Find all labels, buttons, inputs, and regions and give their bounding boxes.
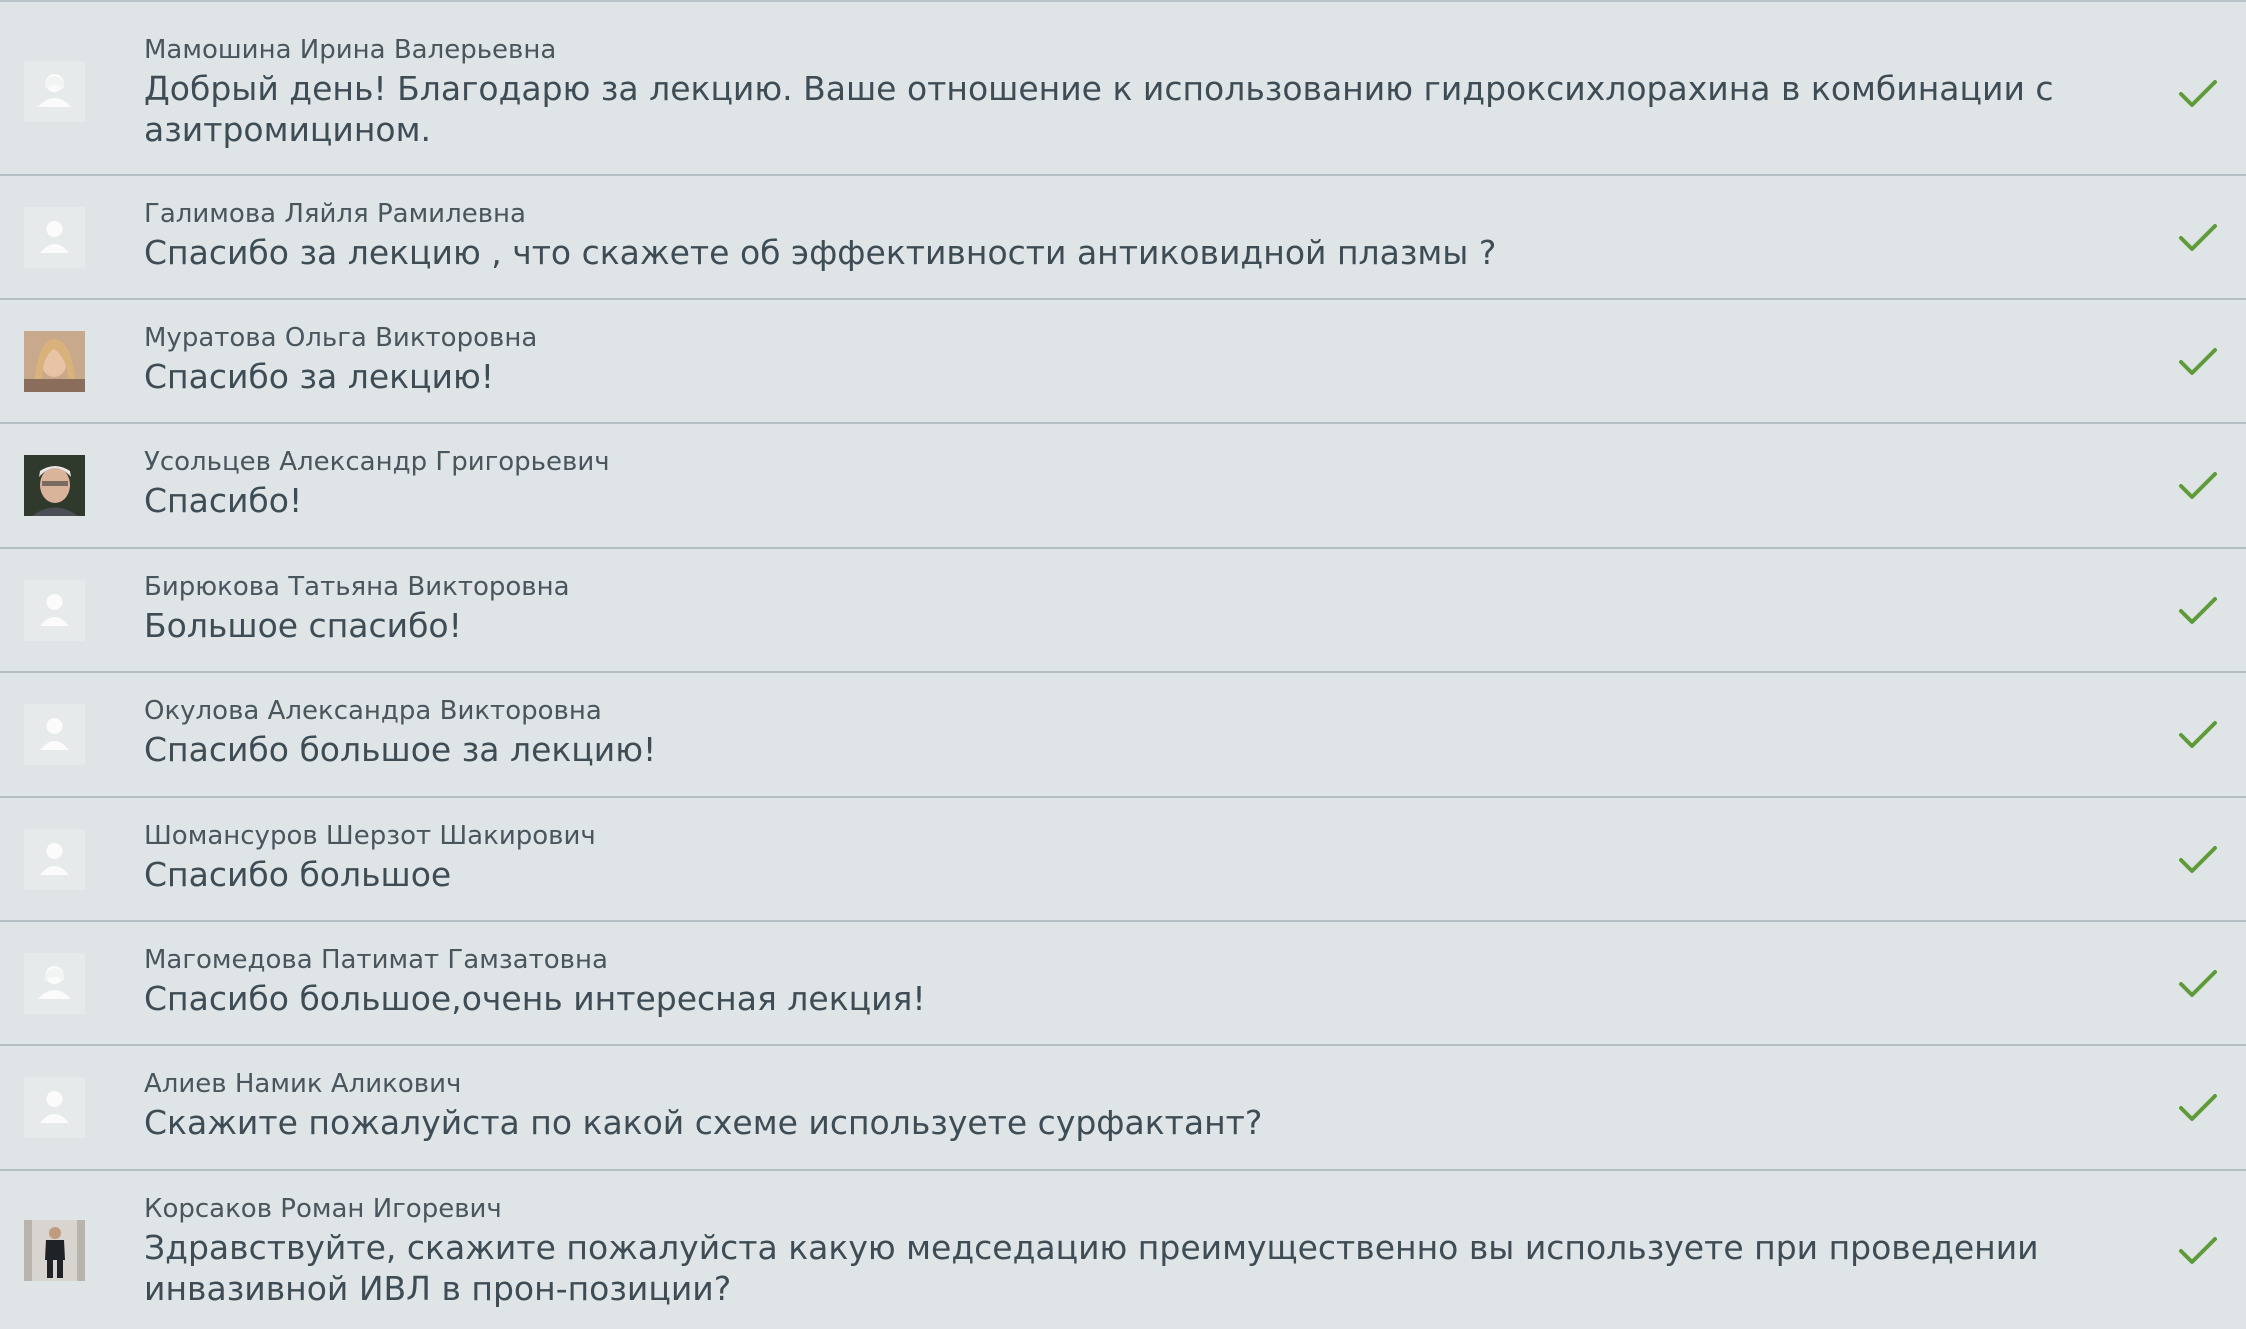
approved-check-icon[interactable] (2178, 844, 2218, 876)
user-photo (24, 1220, 85, 1281)
comment-message: Спасибо за лекцию! (144, 357, 494, 396)
comment-message: Спасибо большое за лекцию! (144, 730, 657, 769)
approved-check-icon[interactable] (2178, 1235, 2218, 1267)
comment-message: Добрый день! Благодарю за лекцию. Ваше о… (144, 69, 2054, 149)
female-placeholder-icon (24, 61, 85, 122)
comment-message: Спасибо! (144, 481, 303, 520)
comment-author: Магомедова Патимат Гамзатовна (144, 945, 608, 975)
approved-check-icon[interactable] (2178, 595, 2218, 627)
approved-check-icon[interactable] (2178, 78, 2218, 110)
approved-check-icon[interactable] (2178, 1092, 2218, 1124)
comment-row: Бирюкова Татьяна Викторовна Большое спас… (0, 549, 2246, 673)
comment-body: Магомедова Патимат Гамзатовна Спасибо бо… (144, 944, 2086, 1019)
comment-body: Муратова Ольга Викторовна Спасибо за лек… (144, 322, 2086, 397)
comment-row: Магомедова Патимат Гамзатовна Спасибо бо… (0, 922, 2246, 1046)
user-placeholder-icon (24, 580, 85, 641)
comment-author: Галимова Ляйля Рамилевна (144, 199, 526, 229)
comment-row: Алиев Намик Аликович Скажите пожалуйста … (0, 1046, 2246, 1171)
comment-author: Шомансуров Шерзот Шакирович (144, 821, 596, 851)
comment-body: Шомансуров Шерзот Шакирович Спасибо боль… (144, 820, 2086, 895)
user-placeholder-icon (24, 829, 85, 890)
comment-author: Муратова Ольга Викторовна (144, 323, 538, 353)
comment-author: Алиев Намик Аликович (144, 1069, 462, 1099)
comment-body: Бирюкова Татьяна Викторовна Большое спас… (144, 571, 2086, 646)
comment-message: Спасибо за лекцию , что скажете об эффек… (144, 233, 1497, 272)
comment-message: Большое спасибо! (144, 606, 462, 645)
comment-row: Шомансуров Шерзот Шакирович Спасибо боль… (0, 798, 2246, 922)
user-placeholder-icon (24, 1077, 85, 1138)
comment-author: Окулова Александра Викторовна (144, 696, 602, 726)
comment-row: Усольцев Александр Григорьевич Спасибо! (0, 424, 2246, 549)
approved-check-icon[interactable] (2178, 346, 2218, 378)
approved-check-icon[interactable] (2178, 968, 2218, 1000)
comment-message: Спасибо большое,очень интересная лекция! (144, 979, 926, 1018)
comment-body: Усольцев Александр Григорьевич Спасибо! (144, 446, 2086, 521)
user-placeholder-icon (24, 704, 85, 765)
comment-body: Окулова Александра Викторовна Спасибо бо… (144, 695, 2086, 770)
approved-check-icon[interactable] (2178, 719, 2218, 751)
comment-body: Алиев Намик Аликович Скажите пожалуйста … (144, 1068, 2086, 1143)
comment-author: Мамошина Ирина Валерьевна (144, 35, 557, 65)
approved-check-icon[interactable] (2178, 470, 2218, 502)
comment-row: Галимова Ляйля Рамилевна Спасибо за лекц… (0, 176, 2246, 300)
comment-row: Мамошина Ирина Валерьевна Добрый день! Б… (0, 6, 2246, 176)
comment-body: Галимова Ляйля Рамилевна Спасибо за лекц… (144, 198, 2086, 273)
comment-message: Спасибо большое (144, 855, 452, 894)
comment-author: Корсаков Роман Игоревич (144, 1194, 502, 1224)
comment-author: Бирюкова Татьяна Викторовна (144, 572, 570, 602)
female-placeholder-icon (24, 953, 85, 1014)
comment-row: Корсаков Роман Игоревич Здравствуйте, ск… (0, 1171, 2246, 1329)
comment-body: Мамошина Ирина Валерьевна Добрый день! Б… (144, 34, 2086, 150)
user-photo (24, 331, 85, 392)
comment-body: Корсаков Роман Игоревич Здравствуйте, ск… (144, 1193, 2086, 1309)
comment-message: Здравствуйте, скажите пожалуйста какую м… (144, 1228, 2039, 1308)
comment-row: Муратова Ольга Викторовна Спасибо за лек… (0, 300, 2246, 424)
user-photo (24, 455, 85, 516)
comment-row: Окулова Александра Викторовна Спасибо бо… (0, 673, 2246, 798)
approved-check-icon[interactable] (2178, 222, 2218, 254)
comments-list: Мамошина Ирина Валерьевна Добрый день! Б… (0, 0, 2246, 1327)
user-placeholder-icon (24, 207, 85, 268)
comment-author: Усольцев Александр Григорьевич (144, 447, 610, 477)
comment-message: Скажите пожалуйста по какой схеме исполь… (144, 1103, 1263, 1142)
